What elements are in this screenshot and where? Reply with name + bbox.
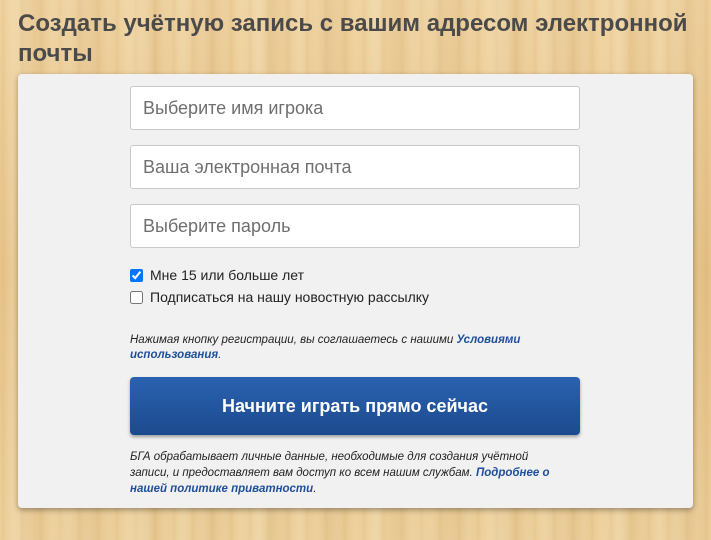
age-confirm-row[interactable]: Мне 15 или больше лет [129, 266, 304, 284]
page-title: Создать учётную запись с вашим адресом э… [18, 10, 688, 67]
signup-form-panel: Мне 15 или больше лет Подписаться на наш… [18, 74, 693, 508]
start-playing-button[interactable]: Начните играть прямо сейчас [130, 377, 580, 435]
privacy-end: . [313, 483, 317, 495]
age-confirm-checkbox[interactable] [130, 268, 143, 282]
newsletter-row[interactable]: Подписаться на нашу новостную рассылку [129, 288, 429, 306]
newsletter-checkbox[interactable] [130, 290, 143, 304]
player-name-input[interactable] [130, 86, 580, 130]
terms-text: Нажимая кнопку регистрации, вы соглашает… [130, 334, 454, 346]
email-input[interactable] [130, 145, 580, 189]
newsletter-label: Подписаться на нашу новостную рассылку [150, 289, 430, 305]
terms-end: . [218, 349, 222, 361]
password-input[interactable] [130, 204, 580, 248]
terms-notice: Нажимая кнопку регистрации, вы соглашает… [130, 333, 580, 363]
age-confirm-label: Мне 15 или больше лет [150, 267, 304, 283]
privacy-notice: БГА обрабатывает личные данные, необходи… [130, 449, 570, 497]
privacy-text: БГА обрабатывает личные данные, необходи… [130, 451, 529, 479]
